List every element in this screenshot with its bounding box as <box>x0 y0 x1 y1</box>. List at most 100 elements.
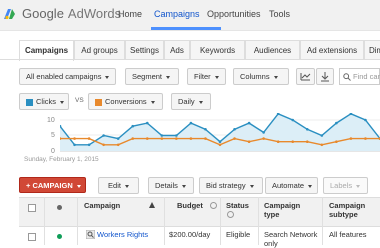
adwords-logo[interactable]: Google AdWords <box>22 6 121 21</box>
chevron-down-icon <box>181 184 186 188</box>
data-point-conversions-12[interactable] <box>233 137 236 140</box>
data-point-conversions-6[interactable] <box>145 137 149 140</box>
data-point-clicks-12[interactable] <box>233 128 236 131</box>
data-point-conversions-7[interactable] <box>160 137 164 140</box>
data-point-clicks-11[interactable] <box>218 140 222 143</box>
data-point-clicks-10[interactable] <box>204 128 207 131</box>
search-icon <box>343 73 351 81</box>
campaign-name-link[interactable]: Workers Rights <box>97 230 148 239</box>
clicks-swatch <box>26 98 33 106</box>
data-point-conversions-16[interactable] <box>291 140 295 143</box>
data-point-conversions-18[interactable] <box>320 143 324 147</box>
data-point-conversions-4[interactable] <box>116 143 120 147</box>
data-point-conversions-3[interactable] <box>102 143 105 147</box>
column-divider <box>77 197 78 245</box>
chevron-down-icon <box>273 75 278 79</box>
nav-campaigns[interactable]: Campaigns <box>154 9 200 19</box>
edit-label: Edit <box>108 181 121 190</box>
granularity-label: Daily <box>178 97 195 106</box>
data-point-clicks-21[interactable] <box>364 118 367 122</box>
tab-ad-extensions[interactable]: Ad extensions <box>300 40 364 59</box>
data-point-clicks-14[interactable] <box>262 131 265 134</box>
new-campaign-button[interactable]: + CAMPAIGN <box>19 177 86 193</box>
campaign-filter-dropdown[interactable]: All enabled campaigns <box>19 68 116 85</box>
header-campaign[interactable]: Campaign <box>84 201 120 210</box>
data-point-conversions-1[interactable] <box>73 137 76 140</box>
header-status[interactable]: Status <box>226 201 249 210</box>
labels-dropdown[interactable]: Labels <box>323 177 368 194</box>
data-point-clicks-7[interactable] <box>160 134 164 137</box>
tab-keywords[interactable]: Keywords <box>190 40 245 59</box>
data-point-conversions-2[interactable] <box>87 137 91 140</box>
header-campaign-type[interactable]: Campaign type <box>264 201 314 219</box>
filter-dropdown[interactable]: Filter <box>187 68 226 85</box>
column-divider <box>44 197 45 245</box>
tab-ad-groups[interactable]: Ad groups <box>74 40 125 59</box>
data-point-clicks-9[interactable] <box>189 121 193 125</box>
data-point-clicks-18[interactable] <box>320 134 324 137</box>
columns-dropdown[interactable]: Columns <box>233 68 289 85</box>
nav-home[interactable]: Home <box>118 9 142 19</box>
data-point-clicks-1[interactable] <box>73 143 76 147</box>
status-dot-icon <box>57 205 62 210</box>
segment-dropdown[interactable]: Segment <box>125 68 179 85</box>
budget-value[interactable]: $200.00/day <box>169 230 210 239</box>
data-point-conversions-15[interactable] <box>276 140 280 143</box>
data-point-clicks-13[interactable] <box>247 121 251 125</box>
data-point-clicks-3[interactable] <box>102 134 105 137</box>
row-checkbox[interactable] <box>28 233 36 241</box>
chart-toggle-button[interactable] <box>296 68 315 85</box>
tab-campaigns[interactable]: Campaigns <box>19 40 74 61</box>
data-point-clicks-6[interactable] <box>145 121 149 125</box>
data-point-conversions-17[interactable] <box>305 140 309 143</box>
granularity-dropdown[interactable]: Daily <box>171 93 211 110</box>
data-point-clicks-2[interactable] <box>87 143 91 147</box>
download-button[interactable] <box>316 68 334 85</box>
data-point-conversions-21[interactable] <box>364 137 367 140</box>
bid-strategy-dropdown[interactable]: Bid strategy <box>199 177 263 194</box>
header-budget[interactable]: Budget <box>177 201 203 210</box>
metric1-dropdown[interactable]: Clicks <box>19 93 69 110</box>
nav-opportunities[interactable]: Opportunities <box>207 9 261 19</box>
tab-settings[interactable]: Settings <box>125 40 164 59</box>
details-dropdown[interactable]: Details <box>148 177 194 194</box>
logo-product-text: AdWords <box>67 6 122 21</box>
help-icon[interactable] <box>210 202 217 209</box>
chevron-down-icon <box>198 100 203 104</box>
automate-dropdown[interactable]: Automate <box>265 177 318 194</box>
data-point-conversions-13[interactable] <box>247 140 251 143</box>
tab-ads[interactable]: Ads <box>164 40 190 59</box>
tab-audiences[interactable]: Audiences <box>245 40 300 59</box>
data-point-conversions-9[interactable] <box>189 137 193 140</box>
data-point-clicks-17[interactable] <box>305 128 309 131</box>
data-point-conversions-14[interactable] <box>262 137 265 140</box>
metric2-dropdown[interactable]: Conversions <box>88 93 163 110</box>
data-point-conversions-20[interactable] <box>349 137 353 140</box>
data-point-conversions-19[interactable] <box>335 140 338 143</box>
labels-label: Labels <box>330 181 353 190</box>
chart-date-label: Sunday, February 1, 2015 <box>24 156 99 163</box>
data-point-clicks-5[interactable] <box>131 124 135 128</box>
data-point-clicks-8[interactable] <box>175 134 178 137</box>
column-divider <box>164 197 165 245</box>
data-point-clicks-4[interactable] <box>116 137 120 140</box>
data-point-clicks-19[interactable] <box>335 121 338 125</box>
sort-up-icon[interactable] <box>149 202 155 208</box>
data-point-conversions-5[interactable] <box>131 137 135 140</box>
chevron-down-icon <box>124 184 129 188</box>
logo-google-text: Google <box>22 6 64 21</box>
nav-tools[interactable]: Tools <box>269 9 290 19</box>
data-point-conversions-11[interactable] <box>218 143 222 147</box>
enabled-status-icon[interactable] <box>57 234 62 239</box>
details-label: Details <box>155 181 178 190</box>
tab-dimensions[interactable]: Dim <box>364 40 380 59</box>
header-campaign-subtype[interactable]: Campaign subtype <box>329 201 379 219</box>
data-point-clicks-16[interactable] <box>291 118 295 122</box>
search-box[interactable]: Find cam <box>339 68 380 85</box>
edit-dropdown[interactable]: Edit <box>98 177 139 194</box>
select-all-checkbox[interactable] <box>28 204 36 212</box>
campaign-subtype-value: All features <box>329 230 367 239</box>
data-point-conversions-10[interactable] <box>204 137 207 140</box>
data-point-conversions-8[interactable] <box>175 137 178 140</box>
help-icon[interactable] <box>227 211 234 218</box>
